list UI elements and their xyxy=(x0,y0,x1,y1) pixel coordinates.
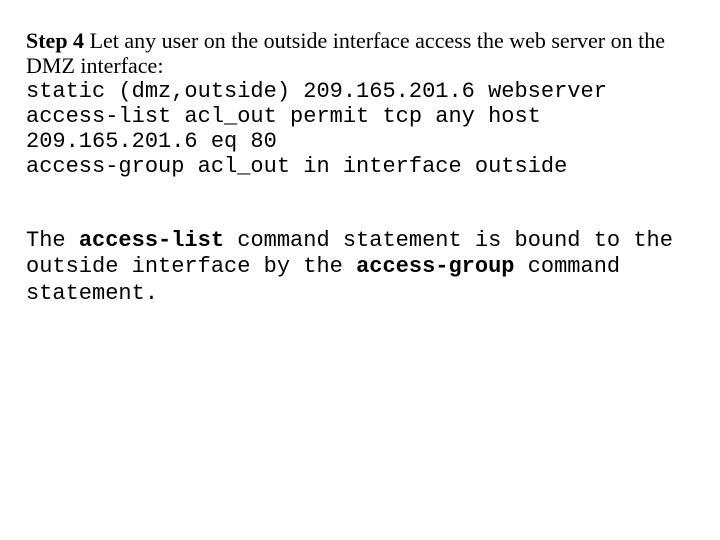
code-line-3: access-group acl_out in interface outsid… xyxy=(26,154,567,179)
step-label: Step 4 xyxy=(26,28,84,53)
explain-text-1: The xyxy=(26,228,79,253)
code-line-1: static (dmz,outside) 209.165.201.6 webse… xyxy=(26,79,607,104)
step-block: Step 4 Let any user on the outside inter… xyxy=(26,28,688,79)
cmd-access-list: access-list xyxy=(79,228,224,253)
code-line-2: access-list acl_out permit tcp any host … xyxy=(26,104,554,154)
cmd-access-group: access-group xyxy=(356,254,514,279)
code-block: static (dmz,outside) 209.165.201.6 webse… xyxy=(26,79,688,180)
step-intro: Let any user on the outside interface ac… xyxy=(26,28,665,78)
document-page: Step 4 Let any user on the outside inter… xyxy=(0,0,720,307)
explanation: The access-list command statement is bou… xyxy=(26,228,688,307)
